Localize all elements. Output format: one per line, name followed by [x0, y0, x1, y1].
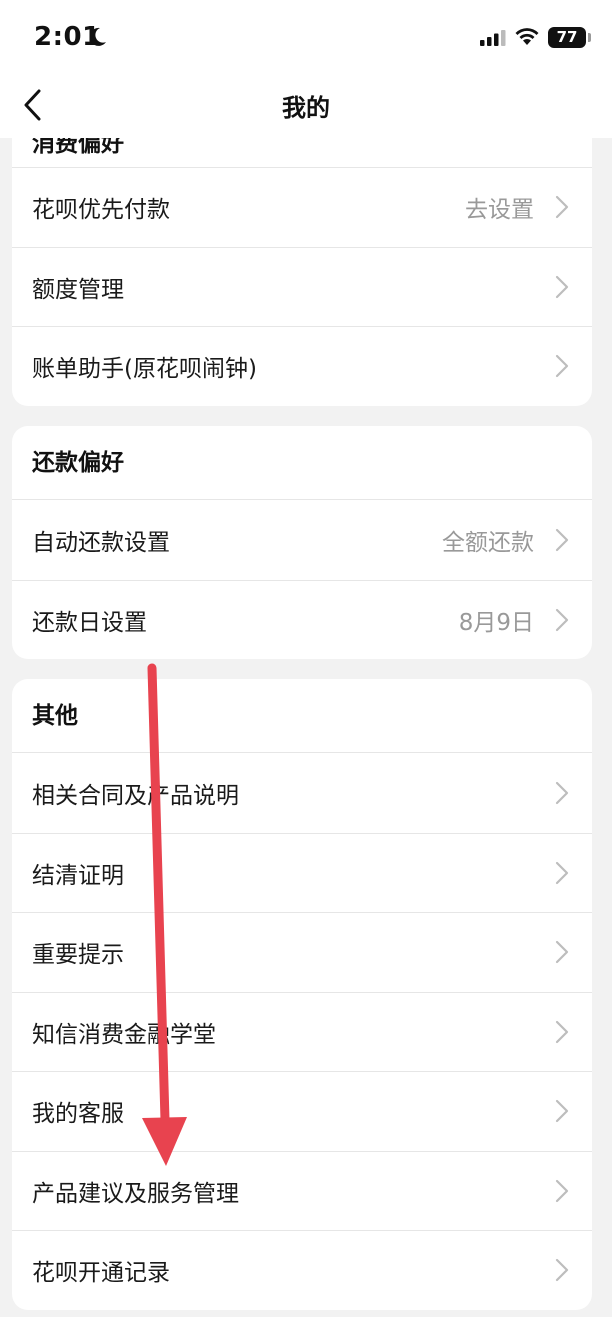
chevron-right-icon	[555, 1259, 569, 1282]
card-header-other: 其他	[12, 679, 592, 753]
row-label: 结清证明	[32, 862, 124, 889]
card-repayment-preferences: 还款偏好 自动还款设置 全额还款 还款日设置 8月9日	[12, 426, 592, 659]
row-label: 产品建议及服务管理	[32, 1180, 239, 1207]
status-bar: 2:01 77	[0, 0, 612, 72]
row-important-notice[interactable]: 重要提示	[12, 912, 592, 992]
card-header-consumption: 消费偏好	[32, 138, 124, 157]
row-label: 花呗开通记录	[32, 1260, 170, 1287]
chevron-right-icon	[555, 1020, 569, 1043]
row-contracts-and-product-info[interactable]: 相关合同及产品说明	[12, 753, 592, 833]
row-repayment-day-settings[interactable]: 还款日设置 8月9日	[12, 579, 592, 660]
row-settlement-certificate[interactable]: 结清证明	[12, 832, 592, 913]
row-label: 还款日设置	[32, 609, 147, 636]
battery-cap	[588, 33, 591, 42]
wifi-icon	[515, 28, 539, 45]
row-value: 去设置	[465, 197, 534, 224]
row-product-suggestions-service-management[interactable]: 产品建议及服务管理	[12, 1150, 592, 1231]
row-huabei-activation-record[interactable]: 花呗开通记录	[12, 1230, 592, 1310]
row-auto-repayment-settings[interactable]: 自动还款设置 全额还款	[12, 500, 592, 580]
row-label: 自动还款设置	[32, 529, 170, 556]
chevron-right-icon	[555, 528, 569, 551]
row-huabei-priority-payment[interactable]: 花呗优先付款 去设置	[12, 167, 592, 247]
chevron-right-icon	[555, 355, 569, 378]
chevron-right-icon	[555, 1179, 569, 1202]
chevron-right-icon	[555, 1100, 569, 1123]
row-value: 8月9日	[458, 609, 534, 636]
row-label: 账单助手(原花呗闹钟)	[32, 356, 257, 383]
chevron-right-icon	[555, 196, 569, 219]
row-label: 花呗优先付款	[32, 197, 170, 224]
chevron-right-icon	[555, 608, 569, 631]
moon-icon	[89, 27, 106, 46]
page-title: 我的	[282, 94, 330, 122]
row-label: 知信消费金融学堂	[32, 1021, 216, 1048]
chevron-right-icon	[555, 861, 569, 884]
chevron-right-icon	[555, 941, 569, 964]
card-other: 其他 相关合同及产品说明 结清证明 重要提示 知信消费金融学堂 我的客服 产品建…	[12, 679, 592, 1310]
row-my-customer-service[interactable]: 我的客服	[12, 1071, 592, 1151]
cellular-signal-icon	[480, 30, 506, 46]
row-value: 全额还款	[442, 529, 534, 556]
card-consumption-preferences: 消费偏好 花呗优先付款 去设置 额度管理 账单助手(原花呗闹钟)	[12, 112, 592, 406]
battery-indicator: 77	[548, 27, 586, 48]
row-label: 额度管理	[32, 276, 124, 303]
row-label: 相关合同及产品说明	[32, 782, 239, 809]
card-header-repayment: 还款偏好	[12, 426, 592, 500]
row-bill-assistant[interactable]: 账单助手(原花呗闹钟)	[12, 326, 592, 406]
chevron-right-icon	[555, 275, 569, 298]
row-label: 重要提示	[32, 942, 124, 969]
row-label: 我的客服	[32, 1101, 124, 1128]
row-credit-limit-management[interactable]: 额度管理	[12, 246, 592, 327]
navigation-bar: 我的	[0, 72, 612, 138]
row-finance-academy[interactable]: 知信消费金融学堂	[12, 991, 592, 1072]
chevron-right-icon	[555, 781, 569, 804]
